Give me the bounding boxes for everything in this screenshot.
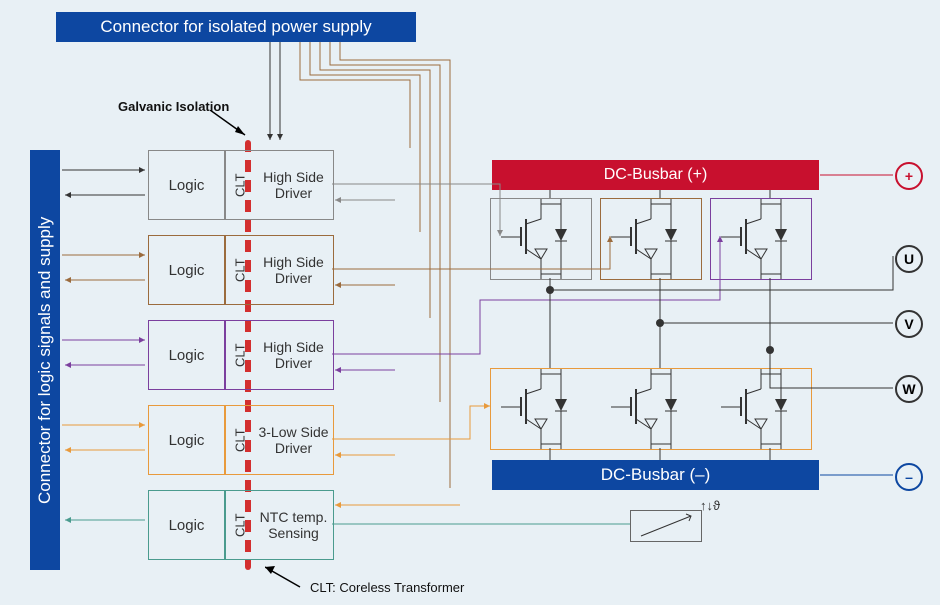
logic-cell: Logic [149,321,225,389]
dc-busbar-positive: DC-Busbar (+) [492,160,819,190]
driver-cell: 3-Low Side Driver [254,406,333,474]
svg-text:↑↓ϑ: ↑↓ϑ [700,498,721,513]
driver-cell: NTC temp. Sensing [254,491,333,559]
dc-busbar-negative: DC-Busbar (–) [492,460,819,490]
driver-block-high-side-2: Logic CLT High Side Driver [148,235,334,305]
logic-cell: Logic [149,151,225,219]
ntc-symbol-icon: ↑↓ϑ [700,495,730,515]
minus-terminal: – [895,463,923,491]
clt-cell: CLT [225,236,254,304]
ntc-sensor [630,510,702,542]
driver-cell: High Side Driver [254,321,333,389]
igbt-high-2 [600,198,702,280]
logic-signals-connector: Connector for logic signals and supply [30,150,60,570]
clt-cell: CLT [225,151,254,219]
clt-cell: CLT [225,491,254,559]
phase-w-terminal: W [895,375,923,403]
phase-v-terminal: V [895,310,923,338]
wiring-diagram [0,0,940,605]
driver-cell: High Side Driver [254,151,333,219]
galvanic-isolation-arrow [210,110,260,140]
igbt-high-3 [710,198,812,280]
logic-cell: Logic [149,406,225,474]
plus-terminal: + [895,162,923,190]
clt-cell: CLT [225,406,254,474]
driver-cell: High Side Driver [254,236,333,304]
clt-note: CLT: Coreless Transformer [310,580,464,595]
driver-block-low-side: Logic CLT 3-Low Side Driver [148,405,334,475]
clt-cell: CLT [225,321,254,389]
isolated-power-connector: Connector for isolated power supply [56,12,416,42]
igbt-high-1 [490,198,592,280]
clt-note-arrow [265,562,315,592]
igbt-low-group [490,368,812,450]
phase-u-terminal: U [895,245,923,273]
logic-cell: Logic [149,236,225,304]
driver-block-high-side-3: Logic CLT High Side Driver [148,320,334,390]
ntc-block: Logic CLT NTC temp. Sensing [148,490,334,560]
logic-cell: Logic [149,491,225,559]
driver-block-high-side-1: Logic CLT High Side Driver [148,150,334,220]
